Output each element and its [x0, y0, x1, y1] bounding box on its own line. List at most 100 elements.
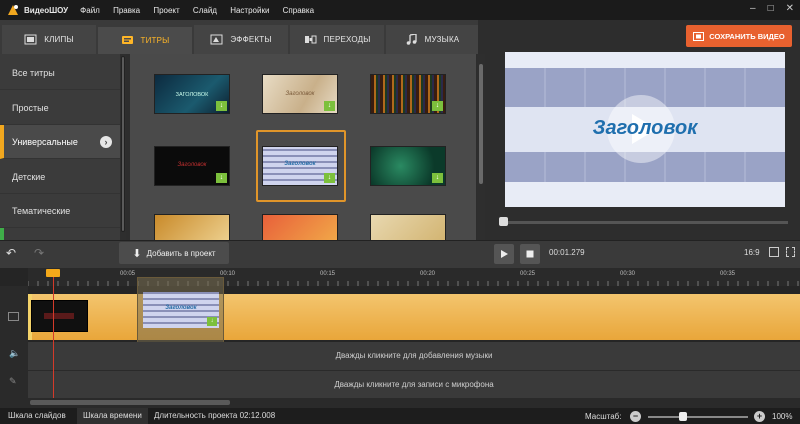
- zoom-value: 100%: [772, 412, 793, 421]
- preview-title-text: Заголовок: [592, 117, 698, 139]
- tab-slides-scale[interactable]: Шкала слайдов: [2, 408, 72, 424]
- app-name: ВидеоШОУ: [24, 5, 69, 15]
- arrow-right-icon: ›: [100, 135, 112, 148]
- redo-icon[interactable]: ↷: [34, 246, 44, 260]
- title-thumb[interactable]: ЗАГОЛОВОК ↓: [154, 74, 230, 114]
- music-track[interactable]: Дважды кликните для добавления музыки: [28, 342, 800, 370]
- playback-time: 00:01.279: [549, 248, 585, 257]
- menu-bar: Файл Правка Проект Слайд Настройки Справ…: [80, 6, 325, 15]
- tick-label: 00:15: [320, 271, 336, 277]
- tick-label: 00:30: [620, 271, 636, 277]
- speaker-icon: 🔈: [9, 348, 21, 358]
- titles-icon: [121, 36, 133, 44]
- title-thumb[interactable]: Заголовок ↓: [154, 146, 230, 186]
- grid-scrollbar[interactable]: [477, 54, 485, 240]
- effects-icon: [210, 34, 223, 45]
- close-icon[interactable]: ✕: [786, 3, 794, 14]
- tick-label: 00:20: [420, 271, 436, 277]
- microphone-track[interactable]: Дважды кликните для записи с микрофона: [28, 370, 800, 398]
- tick-label: 00:05: [120, 271, 136, 277]
- tab-transitions[interactable]: ПЕРЕХОДЫ: [290, 25, 384, 54]
- playhead-handle[interactable]: [46, 269, 60, 277]
- grid-scroll-thumb[interactable]: [479, 64, 483, 184]
- title-categories: Все титры Простые Универсальные › Детски…: [0, 54, 126, 240]
- timeline-scroll-thumb[interactable]: [30, 400, 230, 405]
- tab-titles[interactable]: ТИТРЫ: [98, 25, 192, 54]
- clip-thumbnail: [44, 313, 74, 319]
- save-video-button-face[interactable]: СОХРАНИТЬ ВИДЕО: [686, 25, 792, 47]
- tick-label: 00:25: [520, 271, 536, 277]
- fullscreen-icon[interactable]: [786, 247, 795, 257]
- divider: [0, 240, 800, 241]
- fit-screen-icon[interactable]: [769, 247, 779, 257]
- tab-effects-label: ЭФФЕКТЫ: [230, 35, 272, 44]
- categories-scroll-thumb[interactable]: [121, 56, 125, 232]
- seek-handle[interactable]: [499, 217, 508, 226]
- category-universal-label: Универсальные: [12, 136, 78, 147]
- category-simple-label: Простые: [12, 102, 49, 113]
- video-track-icon: [8, 312, 19, 321]
- thumb-label: Заголовок: [177, 162, 207, 168]
- maximize-icon[interactable]: □: [768, 3, 774, 14]
- title-bar: ВидеоШОУ Файл Правка Проект Слайд Настро…: [0, 0, 800, 20]
- category-kids[interactable]: Детские: [0, 160, 120, 194]
- thumb-label: Заголовок: [285, 91, 315, 97]
- menu-project[interactable]: Проект: [153, 6, 179, 15]
- window-controls: – □ ✕: [750, 3, 794, 14]
- tab-titles-label: ТИТРЫ: [140, 36, 170, 45]
- minimize-icon[interactable]: –: [750, 3, 756, 14]
- download-icon: ↓: [216, 101, 227, 111]
- play-icon: [501, 250, 508, 258]
- title-thumb[interactable]: [370, 214, 446, 240]
- zoom-slider[interactable]: [648, 416, 748, 418]
- zoom-in-icon[interactable]: +: [754, 411, 765, 422]
- menu-slide[interactable]: Слайд: [193, 6, 217, 15]
- play-button[interactable]: [494, 244, 514, 264]
- zoom-label: Масштаб:: [585, 412, 622, 421]
- category-universal[interactable]: Универсальные ›: [0, 125, 120, 159]
- tab-effects[interactable]: ЭФФЕКТЫ: [194, 25, 288, 54]
- category-all-label: Все титры: [12, 67, 55, 78]
- title-thumb[interactable]: ↓: [370, 74, 446, 114]
- category-all[interactable]: Все титры: [0, 56, 120, 90]
- videoshow-window: ВидеоШОУ Файл Правка Проект Слайд Настро…: [0, 0, 800, 424]
- category-simple[interactable]: Простые: [0, 91, 120, 125]
- slide-clip[interactable]: [31, 300, 88, 332]
- zoom-out-icon[interactable]: −: [630, 411, 641, 422]
- transitions-icon: [304, 35, 316, 44]
- categories-scrollbar[interactable]: [120, 54, 126, 240]
- tab-music[interactable]: МУЗЫКА: [386, 25, 478, 54]
- timeline-scrollbar[interactable]: [0, 398, 800, 408]
- undo-icon[interactable]: ↶: [6, 246, 16, 260]
- playhead-line[interactable]: [53, 276, 54, 398]
- add-to-project-label: Добавить в проект: [146, 248, 216, 258]
- zoom-slider-handle[interactable]: [679, 412, 687, 421]
- download-icon: ↓: [216, 173, 227, 183]
- title-thumb[interactable]: ↓: [370, 146, 446, 186]
- aspect-ratio[interactable]: 16:9: [744, 248, 760, 257]
- title-thumb[interactable]: [262, 214, 338, 240]
- seek-bar[interactable]: [500, 221, 788, 224]
- music-icon: [406, 34, 417, 45]
- title-thumb[interactable]: [154, 214, 230, 240]
- tab-clips-label: КЛИПЫ: [44, 35, 74, 44]
- title-thumb[interactable]: Заголовок ↓: [262, 74, 338, 114]
- tab-clips[interactable]: КЛИПЫ: [2, 25, 96, 54]
- menu-file[interactable]: Файл: [80, 6, 100, 15]
- category-kids-label: Детские: [12, 171, 46, 182]
- tab-transitions-label: ПЕРЕХОДЫ: [323, 35, 371, 44]
- add-to-project-button[interactable]: ⬇ Добавить в проект: [119, 242, 229, 264]
- stop-button[interactable]: [520, 244, 540, 264]
- film-icon: [24, 34, 37, 45]
- stop-icon: [526, 250, 534, 258]
- category-thematic[interactable]: Тематические: [0, 194, 120, 228]
- selection-frame: [256, 130, 346, 202]
- video-preview[interactable]: Заголовок: [505, 52, 785, 207]
- menu-settings[interactable]: Настройки: [230, 6, 269, 15]
- dragged-title-clip[interactable]: Заголовок ↓: [137, 277, 224, 343]
- menu-edit[interactable]: Правка: [113, 6, 140, 15]
- dragged-clip-preview: Заголовок ↓: [143, 292, 219, 328]
- menu-help[interactable]: Справка: [283, 6, 314, 15]
- tab-timeline-scale[interactable]: Шкала времени: [77, 408, 148, 424]
- tab-bar: КЛИПЫ ТИТРЫ ЭФФЕКТЫ ПЕРЕХОДЫ МУЗЫКА: [0, 20, 478, 54]
